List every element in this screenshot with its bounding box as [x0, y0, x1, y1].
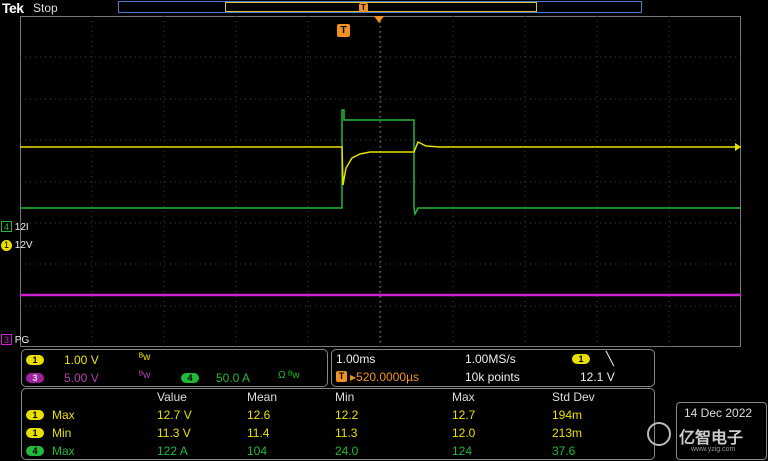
timebase-panel[interactable]: 1.00ms 1.00MS/s 1 ╲ T ▸520.0000µs 10k po… — [331, 349, 655, 387]
ch1-bw-icon: ᴮw — [139, 352, 151, 363]
date-readout: 14 Dec 2022 — [684, 406, 753, 420]
ch1-scale-readout[interactable]: 1 1.00 V ᴮw — [26, 352, 326, 368]
header-mean: Mean — [247, 390, 278, 404]
ch4-tag[interactable]: 4 12I — [1, 221, 29, 234]
ch3-scale-value: 5.00 V — [64, 371, 99, 385]
row-max: 12.7 — [452, 408, 476, 422]
row-type: Max — [52, 408, 75, 422]
ch4-scale-value: 50.0 A — [216, 371, 251, 385]
measurement-table[interactable]: Value Mean Min Max Std Dev 1 Max 12.7 V … — [21, 388, 655, 460]
trigger-slope-icon: ╲ — [606, 351, 614, 366]
measurement-row[interactable]: 4 Max 122 A 104 24.0 124 37.6 — [22, 444, 656, 460]
status-corner: 14 Dec 2022 亿智电子 www.yzig.com — [647, 402, 767, 460]
ch4-bw-icon: Ω ᴮw — [278, 370, 300, 381]
vertical-scale-panel[interactable]: 1 1.00 V ᴮw 3 5.00 V ᴮw 4 50.0 A Ω ᴮw — [21, 349, 328, 387]
row-value: 122 A — [157, 444, 188, 458]
ch3-label: PG — [14, 335, 30, 346]
ch3-scale-badge: 3 — [26, 372, 44, 383]
ch1-label: 12V — [14, 240, 33, 251]
row-min: 11.3 — [335, 426, 358, 440]
header-std-dev: Std Dev — [552, 390, 595, 404]
row-mean: 11.4 — [247, 426, 270, 440]
ch1-scale-badge: 1 — [26, 354, 44, 365]
measurement-headers: Value Mean Min Max Std Dev — [22, 390, 656, 404]
row-std-dev: 213m — [552, 426, 583, 440]
ch1-scale-value: 1.00 V — [64, 353, 99, 367]
ch4-badge: 4 — [1, 221, 12, 232]
ch3-tag[interactable]: 3 PG — [1, 334, 29, 347]
trigger-level: 12.1 V — [580, 370, 615, 384]
ch4-waveform — [20, 109, 741, 217]
ch1-waveform — [20, 140, 741, 186]
horizontal-scale: 1.00ms — [336, 352, 376, 366]
row-value: 12.7 V — [157, 408, 192, 422]
position-trigger-icon: T — [336, 371, 347, 382]
row-min: 24.0 — [335, 444, 359, 458]
row-mean: 104 — [247, 444, 268, 458]
row-value: 11.3 V — [157, 426, 191, 440]
ch4-label: 12I — [14, 222, 29, 233]
row-type: Min — [52, 426, 72, 440]
row-mean: 12.6 — [247, 408, 271, 422]
ch4-scale-badge: 4 — [181, 373, 199, 383]
sample-rate: 1.00MS/s — [465, 352, 516, 366]
row-channel-badge: 1 — [26, 428, 44, 438]
header-value: Value — [157, 390, 187, 404]
horizontal-position: ▸520.0000µs — [350, 370, 419, 384]
row-channel-badge: 4 — [26, 446, 44, 456]
measurement-row[interactable]: 1 Max 12.7 V 12.6 12.2 12.7 194m — [22, 408, 656, 424]
ch1-tag[interactable]: 1 12V — [1, 240, 33, 252]
trigger-source-badge: 1 — [572, 354, 590, 364]
measurement-row[interactable]: 1 Min 11.3 V 11.4 11.3 12.0 213m — [22, 426, 656, 442]
ch3-scale-readout[interactable]: 3 5.00 V ᴮw 4 50.0 A Ω ᴮw — [26, 370, 326, 386]
trigger-level-marker — [735, 143, 741, 151]
header-min: Min — [335, 390, 355, 404]
row-std-dev: 194m — [552, 408, 583, 422]
row-max: 12.0 — [452, 426, 476, 440]
watermark-text: 亿智电子 — [679, 430, 744, 447]
watermark-logo-icon — [647, 422, 671, 446]
header-max: Max — [452, 390, 475, 404]
record-length: 10k points — [465, 370, 520, 384]
row-min: 12.2 — [335, 408, 359, 422]
row-type: Max — [52, 444, 75, 458]
row-max: 124 — [452, 444, 473, 458]
row-std-dev: 37.6 — [552, 444, 576, 458]
ch3-badge: 3 — [1, 334, 12, 345]
row-channel-badge: 1 — [26, 410, 44, 420]
watermark-url: www.yzig.com — [691, 446, 736, 453]
ch1-badge: 1 — [1, 240, 12, 251]
ch3-bw-icon: ᴮw — [139, 370, 151, 381]
